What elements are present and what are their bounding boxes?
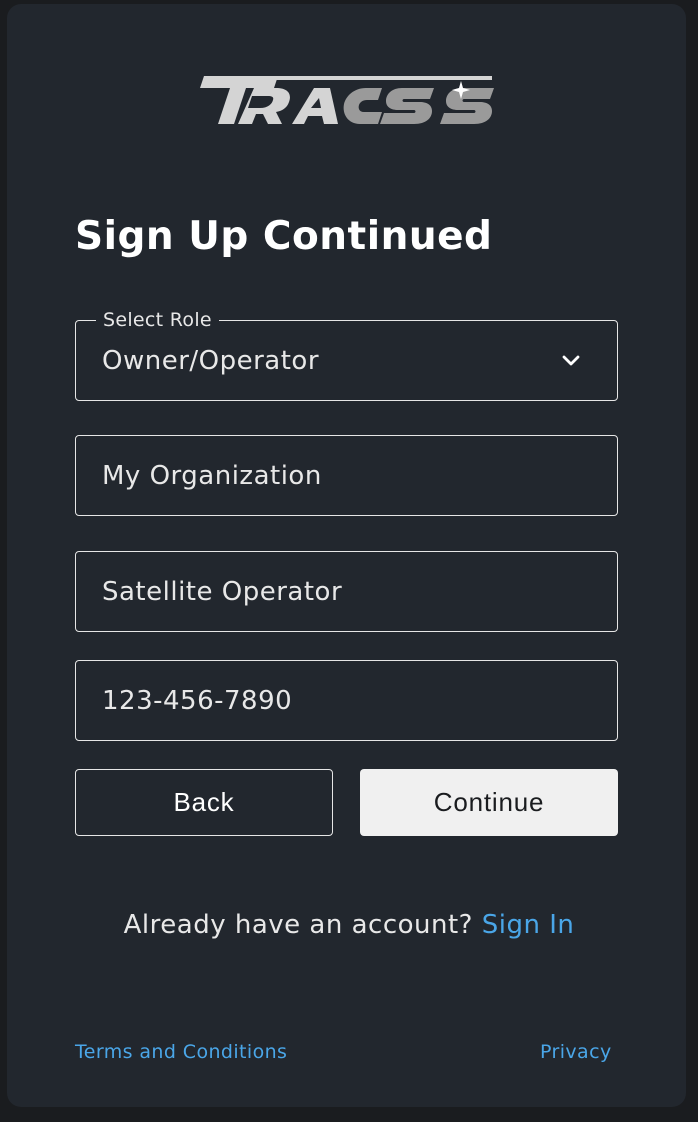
role-select[interactable]: Select Role Owner/Operator [75,309,618,401]
organization-field-value: My Organization [102,460,322,491]
phone-field[interactable]: 123-456-7890 [75,660,618,741]
chevron-down-icon [562,355,580,366]
signin-prompt-text: Already have an account? [123,910,482,940]
terms-link[interactable]: Terms and Conditions [75,1041,287,1063]
organization-type-field[interactable]: Satellite Operator [75,551,618,632]
sign-in-link[interactable]: Sign In [482,910,575,940]
page-title: Sign Up Continued [75,214,493,259]
back-button[interactable]: Back [75,769,333,836]
tracss-logo [200,76,494,124]
organization-type-field-value: Satellite Operator [102,576,343,607]
organization-field[interactable]: My Organization [75,435,618,516]
signin-prompt-row: Already have an account? Sign In [0,910,698,940]
role-select-value: Owner/Operator [102,345,320,376]
continue-button[interactable]: Continue [360,769,618,836]
phone-field-value: 123-456-7890 [102,685,293,716]
privacy-link[interactable]: Privacy [540,1041,612,1063]
